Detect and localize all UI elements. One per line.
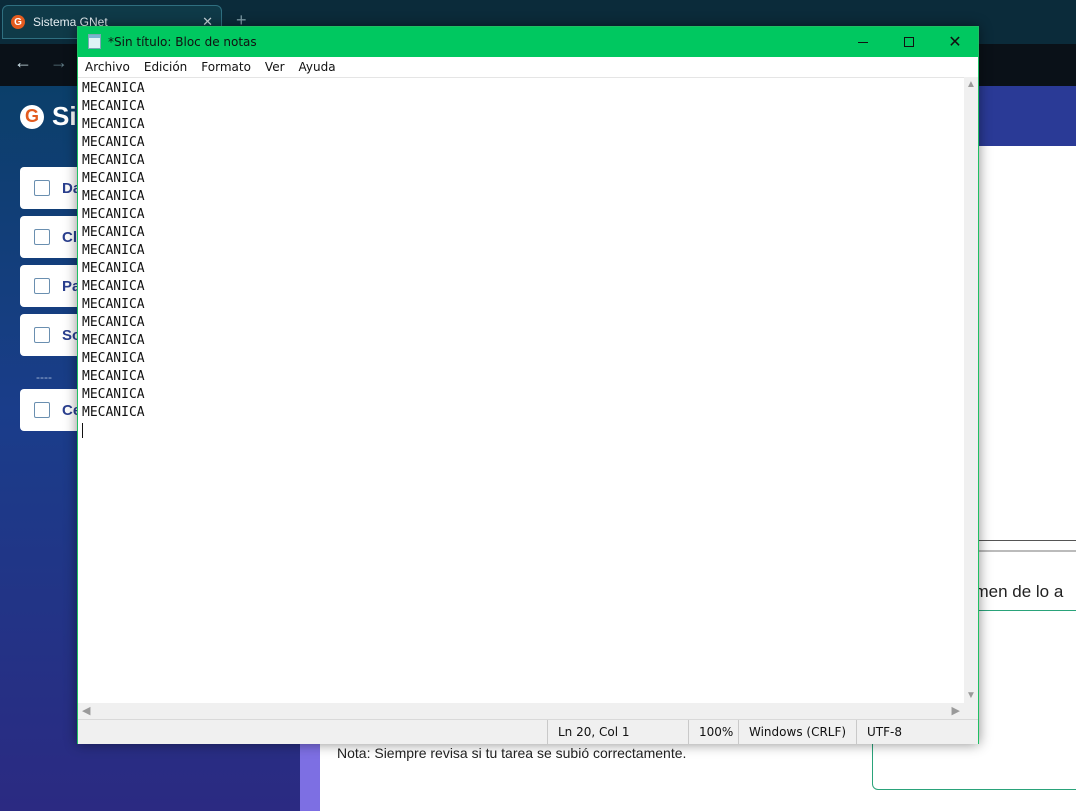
text-line: MECANICA: [82, 153, 145, 168]
text-line: MECANICA: [82, 369, 145, 384]
text-line: MECANICA: [82, 207, 145, 222]
text-line: MECANICA: [82, 225, 145, 240]
scroll-down-icon[interactable]: ▼: [964, 690, 978, 701]
divider: [978, 540, 1076, 541]
text-line: MECANICA: [82, 297, 145, 312]
grid-icon: [34, 180, 50, 196]
text-line: MECANICA: [82, 387, 145, 402]
vertical-scrollbar[interactable]: ▲ ▼: [964, 77, 978, 703]
menu-archivo[interactable]: Archivo: [78, 60, 137, 74]
divider: [978, 550, 1076, 552]
text-line: MECANICA: [82, 99, 145, 114]
status-line-ending: Windows (CRLF): [738, 720, 856, 744]
notepad-title-bar[interactable]: *Sin título: Bloc de notas ✕: [78, 27, 978, 57]
bar-chart-icon: [34, 327, 50, 343]
scrollbar-corner: [964, 703, 978, 719]
maximize-icon: [904, 37, 914, 47]
forward-arrow-icon[interactable]: →: [50, 52, 68, 73]
minimize-button[interactable]: [840, 27, 886, 57]
text-line: MECANICA: [82, 117, 145, 132]
close-icon: ✕: [948, 34, 962, 51]
text-editor[interactable]: MECANICA MECANICA MECANICA MECANICA MECANICA…: [78, 77, 964, 704]
content-card: [872, 742, 1076, 790]
scroll-right-icon[interactable]: ▶: [952, 704, 960, 717]
table-icon: [34, 278, 50, 294]
minimize-icon: [858, 41, 868, 43]
menu-formato[interactable]: Formato: [194, 60, 258, 74]
window-title: *Sin título: Bloc de notas: [108, 35, 257, 49]
text-line: MECANICA: [82, 171, 145, 186]
menu-edicion[interactable]: Edición: [137, 60, 194, 74]
site-brand[interactable]: G Si: [20, 101, 77, 132]
maximize-button[interactable]: [886, 27, 932, 57]
text-line: MECANICA: [82, 315, 145, 330]
text-lines: MECANICA MECANICA MECANICA MECANICA MECANICA…: [82, 80, 145, 422]
text-line: MECANICA: [82, 333, 145, 348]
notebook-icon: [34, 229, 50, 245]
menu-bar: Archivo Edición Formato Ver Ayuda: [78, 57, 978, 77]
text-line: MECANICA: [82, 279, 145, 294]
text-line: MECANICA: [82, 243, 145, 258]
text-line: MECANICA: [82, 81, 145, 96]
status-zoom: 100%: [688, 720, 738, 744]
notepad-window[interactable]: *Sin título: Bloc de notas ✕ Archivo Edi…: [77, 26, 979, 744]
note-text: Nota: Siempre revisa si tu tarea se subi…: [337, 745, 687, 761]
sign-out-icon: [34, 402, 50, 418]
text-line: MECANICA: [82, 135, 145, 150]
horizontal-scrollbar[interactable]: ◀ ▶: [78, 703, 964, 719]
text-line: MECANICA: [82, 351, 145, 366]
menu-ver[interactable]: Ver: [258, 60, 292, 74]
status-encoding: UTF-8: [856, 720, 978, 744]
text-line: MECANICA: [82, 261, 145, 276]
menu-ayuda[interactable]: Ayuda: [292, 60, 343, 74]
status-position: Ln 20, Col 1: [547, 720, 688, 744]
summary-underline: [965, 610, 1076, 611]
brand-text: Si: [52, 101, 77, 131]
summary-heading: umen de lo a: [965, 582, 1064, 601]
scroll-up-icon[interactable]: ▲: [964, 79, 978, 90]
status-bar: Ln 20, Col 1 100% Windows (CRLF) UTF-8: [78, 719, 978, 744]
sidebar-separator: ----: [36, 370, 52, 384]
scroll-left-icon[interactable]: ◀: [82, 704, 90, 717]
close-button[interactable]: ✕: [932, 27, 978, 57]
notepad-app-icon: [88, 34, 101, 49]
text-line: MECANICA: [82, 405, 145, 420]
back-arrow-icon[interactable]: ←: [14, 52, 32, 73]
text-line: MECANICA: [82, 189, 145, 204]
brand-logo-icon: G: [20, 104, 44, 129]
gnet-logo-icon: G: [11, 15, 25, 29]
text-caret: [82, 423, 83, 438]
sidebar-item-label: Cl: [62, 228, 77, 246]
